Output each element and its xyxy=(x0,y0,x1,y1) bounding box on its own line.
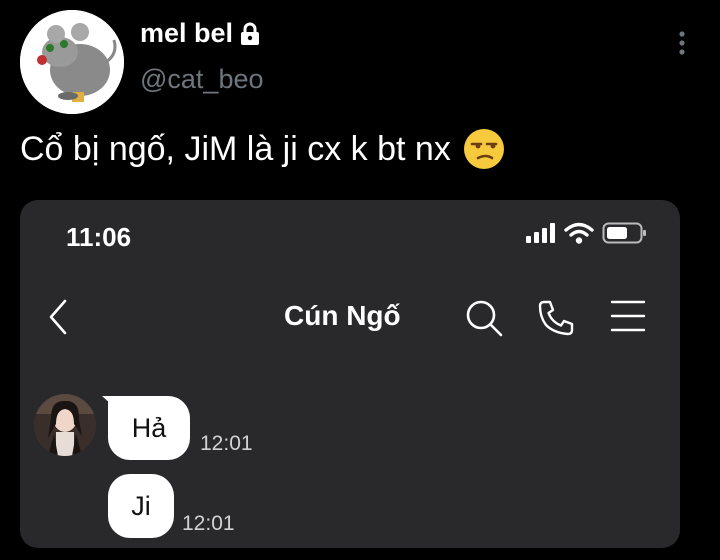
sender-avatar[interactable] xyxy=(34,394,96,456)
battery-icon xyxy=(602,222,648,249)
menu-icon[interactable] xyxy=(610,298,646,334)
back-icon[interactable] xyxy=(46,298,70,336)
tweet-media-screenshot[interactable]: 11:06 Cún Ngố Hả 12:01 Ji 12:01 xyxy=(20,200,680,548)
call-icon[interactable] xyxy=(536,298,576,338)
tweet-text-content: Cổ bị ngố, JiM là ji cx k bt nx xyxy=(20,129,451,168)
message-bubble-received[interactable]: Ji xyxy=(108,474,174,538)
status-bar-time: 11:06 xyxy=(66,222,132,252)
display-name-text: mel bel xyxy=(140,18,234,48)
message-timestamp: 12:01 xyxy=(182,512,235,535)
chat-contact-name[interactable]: Cún Ngố xyxy=(284,300,401,332)
lock-icon xyxy=(239,22,261,46)
message-text: Hả xyxy=(131,412,167,443)
status-bar-icons xyxy=(526,222,648,249)
search-icon[interactable] xyxy=(464,298,504,338)
message-text: Ji xyxy=(131,490,151,521)
signal-icon xyxy=(526,223,556,248)
user-handle[interactable]: @cat_beo xyxy=(140,64,264,95)
sender-photo xyxy=(34,394,96,456)
tweet-text: Cổ bị ngố, JiM là ji cx k bt nx xyxy=(20,128,505,170)
message-bubble-received[interactable]: Hả xyxy=(108,396,190,460)
display-name[interactable]: mel bel xyxy=(140,18,261,49)
wifi-icon xyxy=(564,222,594,249)
rat-avatar-image xyxy=(20,10,124,114)
chat-header: Cún Ngố xyxy=(20,288,680,348)
more-vertical-icon[interactable] xyxy=(674,30,690,56)
message-timestamp: 12:01 xyxy=(200,432,253,455)
unamused-face-icon xyxy=(463,128,505,170)
user-avatar[interactable] xyxy=(20,10,124,114)
